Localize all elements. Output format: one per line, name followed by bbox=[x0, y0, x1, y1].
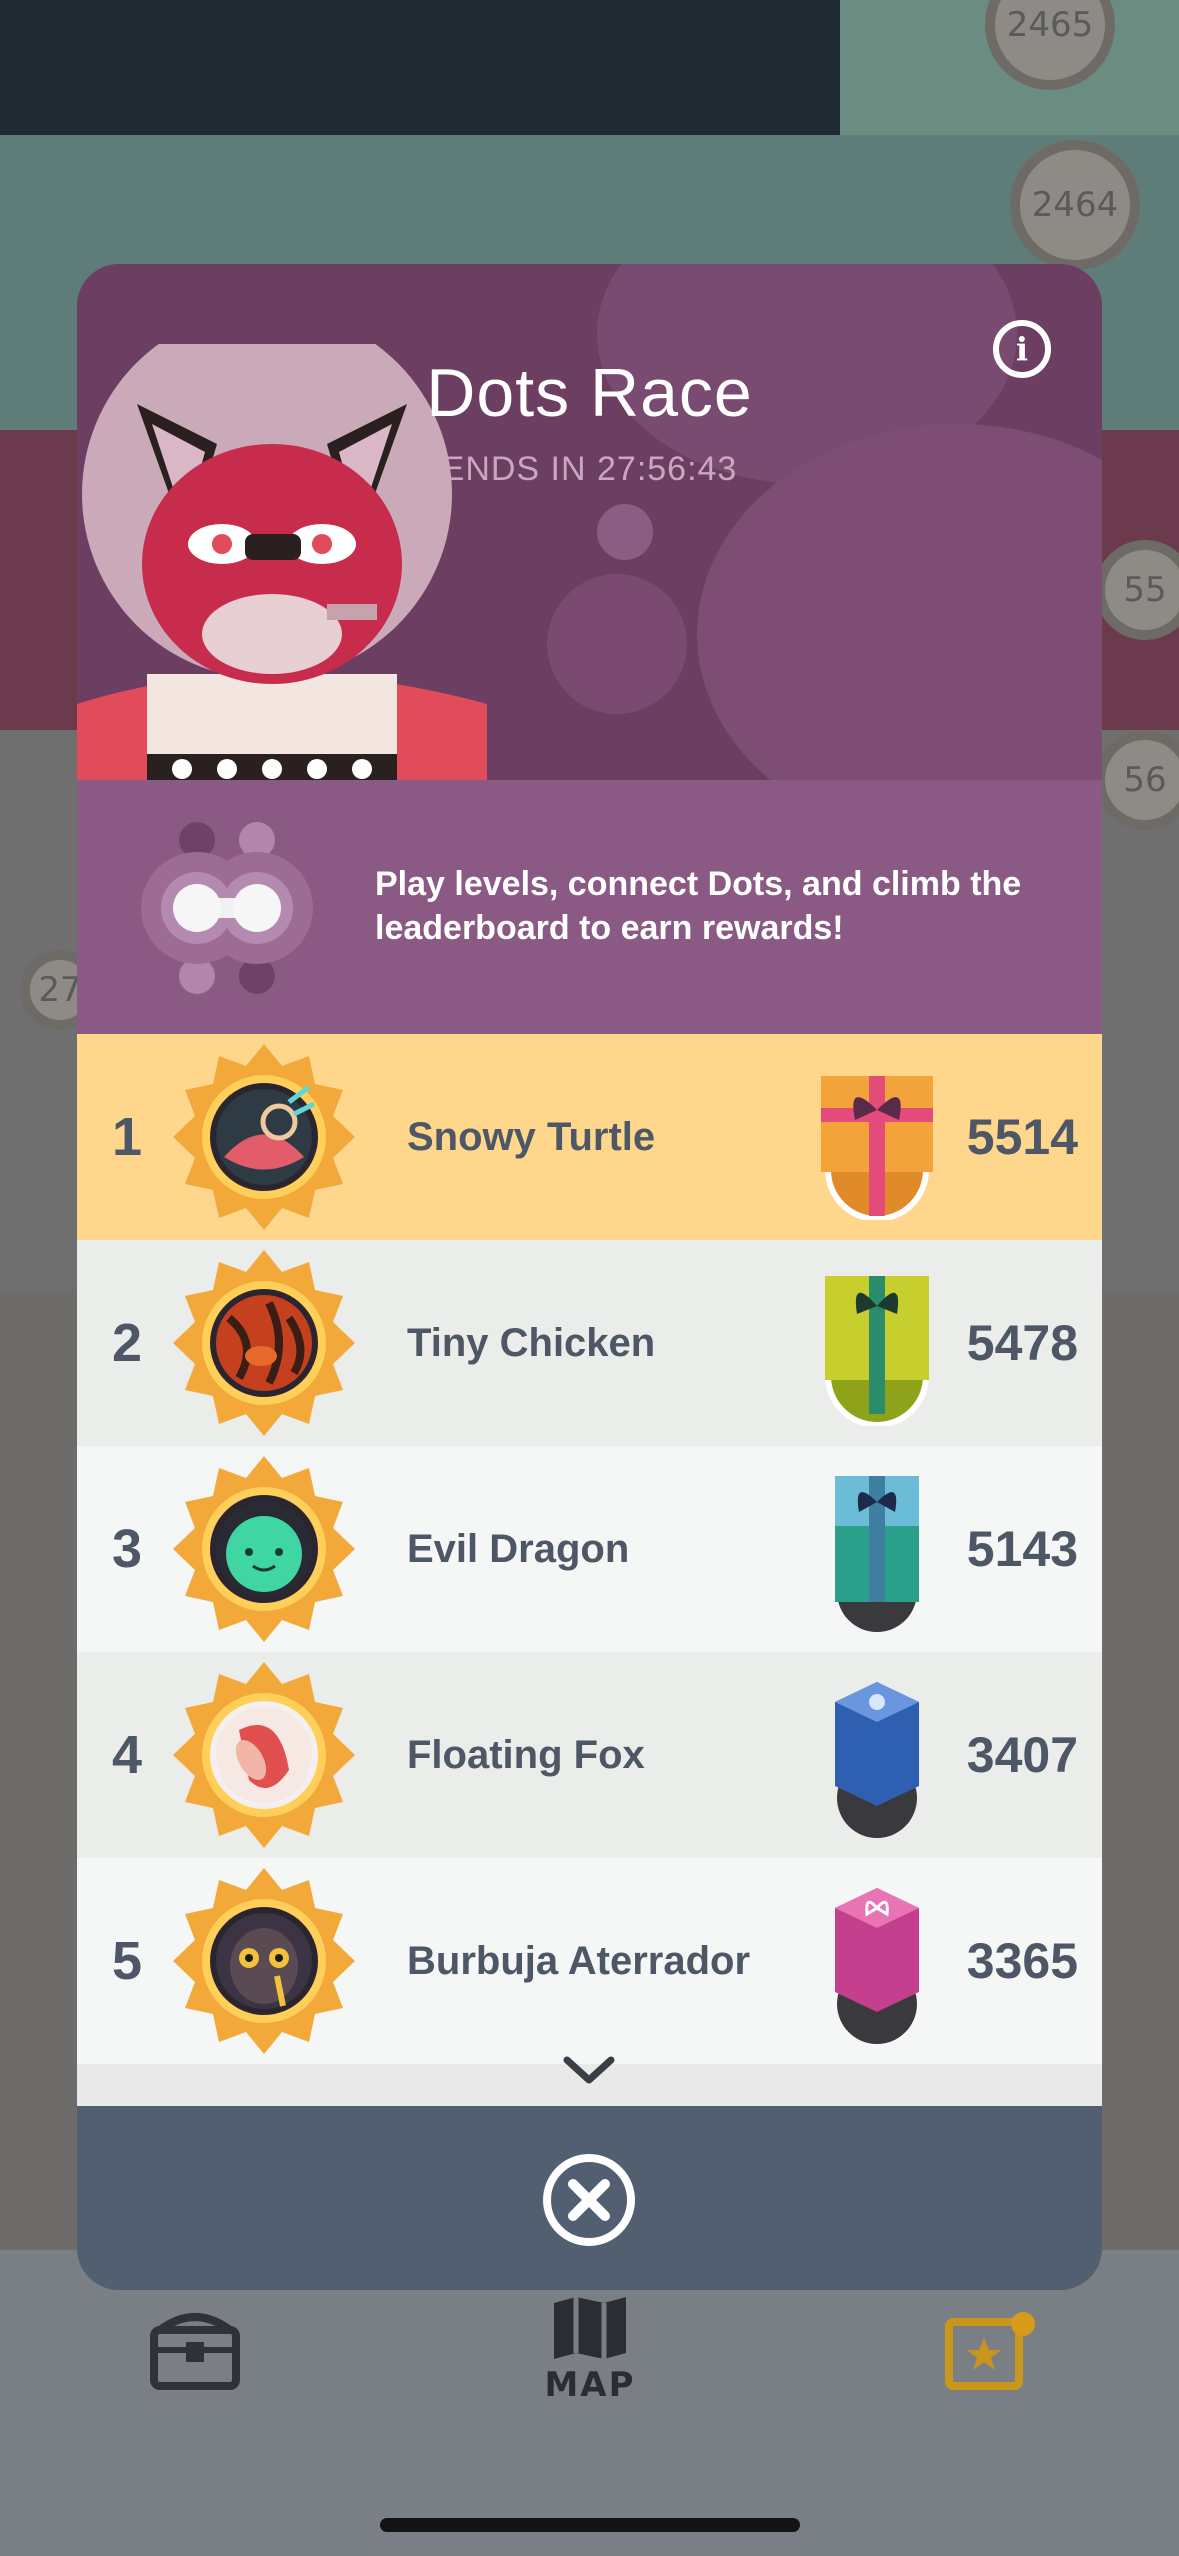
hero-banner: Dots Race ENDS IN 27:56:43 i bbox=[77, 264, 1102, 780]
leaderboard-row[interactable]: 4 Floating Fox 3407 bbox=[77, 1652, 1102, 1858]
chevron-down-icon[interactable] bbox=[559, 2050, 619, 2090]
player-score: 3407 bbox=[966, 1727, 1078, 1783]
player-score: 3365 bbox=[966, 1933, 1078, 1989]
player-avatar bbox=[173, 1868, 355, 2054]
leaderboard-row[interactable]: 1 Snowy Turtle 5514 bbox=[77, 1034, 1102, 1240]
rank-number: 1 bbox=[111, 1107, 143, 1167]
player-name: Snowy Turtle bbox=[407, 1115, 656, 1159]
info-icon: i bbox=[1015, 330, 1029, 368]
countdown-timer: ENDS IN 27:56:43 bbox=[441, 450, 738, 488]
rank-number: 5 bbox=[111, 1931, 143, 1991]
description-band: Play levels, connect Dots, and climb the… bbox=[77, 780, 1102, 1034]
map-tab-label: MAP bbox=[544, 2365, 636, 2405]
events-tab[interactable] bbox=[945, 2310, 1035, 2394]
dots-race-modal: Dots Race ENDS IN 27:56:43 i Play levels… bbox=[77, 264, 1102, 2290]
leaderboard[interactable]: 1 Snowy Turtle 5514 2 Tiny Chicken 5478 … bbox=[77, 1034, 1102, 2064]
decor-blob bbox=[597, 504, 653, 560]
info-button[interactable]: i bbox=[993, 320, 1051, 378]
player-avatar bbox=[173, 1250, 355, 1436]
teal-gift-box-icon bbox=[835, 1476, 919, 1632]
leaderboard-row[interactable]: 5 Burbuja Aterrador 3365 bbox=[77, 1858, 1102, 2064]
modal-footer bbox=[77, 2106, 1102, 2290]
treasure-chest-icon bbox=[150, 2313, 240, 2390]
close-button[interactable] bbox=[542, 2153, 636, 2247]
player-score: 5478 bbox=[966, 1315, 1078, 1371]
modal-title: Dots Race bbox=[426, 355, 753, 431]
map-level-node: 2464 bbox=[1010, 140, 1140, 270]
chest-tab[interactable] bbox=[150, 2310, 240, 2394]
player-score: 5143 bbox=[966, 1521, 1078, 1577]
yellow-gift-box-icon bbox=[825, 1276, 929, 1426]
orange-gift-box-icon bbox=[821, 1076, 933, 1220]
map-tab[interactable]: MAP bbox=[540, 2295, 640, 2405]
connected-dots-icon bbox=[141, 822, 313, 994]
event-card-icon bbox=[945, 2312, 1035, 2390]
blue-hexagon-box-icon bbox=[835, 1682, 919, 1838]
player-name: Evil Dragon bbox=[407, 1527, 630, 1571]
home-indicator bbox=[380, 2518, 800, 2532]
player-avatar bbox=[173, 1662, 355, 1848]
player-avatar bbox=[173, 1456, 355, 1642]
player-score: 5514 bbox=[966, 1109, 1078, 1165]
leaderboard-row[interactable]: 3 Evil Dragon 5143 bbox=[77, 1446, 1102, 1652]
decor-blob bbox=[547, 574, 687, 714]
description-text: Play levels, connect Dots, and climb the… bbox=[375, 865, 1022, 947]
leaderboard-row[interactable]: 2 Tiny Chicken 5478 bbox=[77, 1240, 1102, 1446]
player-name: Tiny Chicken bbox=[407, 1321, 656, 1365]
rank-number: 3 bbox=[111, 1519, 143, 1579]
player-avatar bbox=[173, 1044, 355, 1230]
player-name: Burbuja Aterrador bbox=[407, 1939, 751, 1983]
player-name: Floating Fox bbox=[407, 1733, 645, 1777]
map-icon bbox=[554, 2297, 626, 2359]
pink-hexagon-box-icon bbox=[835, 1888, 919, 2044]
rank-number: 2 bbox=[111, 1313, 143, 1373]
rank-number: 4 bbox=[111, 1725, 143, 1785]
